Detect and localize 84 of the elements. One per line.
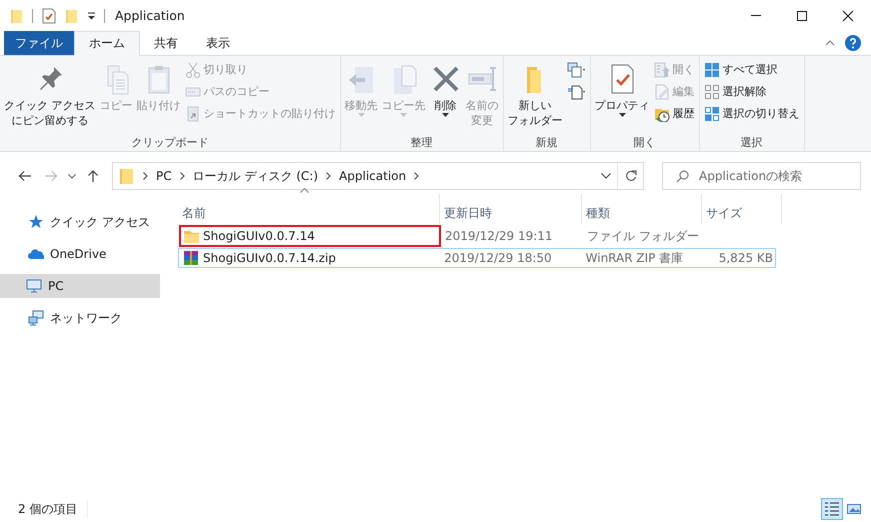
chevron-down-icon: [601, 173, 611, 179]
ribbon-button[interactable]: 新しい フォルダー: [506, 59, 564, 128]
size-cell-text: 5,825 KB: [718, 251, 774, 265]
open-icon: [654, 62, 670, 78]
nav-item[interactable]: PC: [0, 274, 160, 298]
back-icon: [18, 170, 32, 182]
chevron-right-icon: [143, 172, 148, 180]
computer-icon: [26, 278, 42, 294]
group-label: 選択: [740, 135, 764, 151]
date-cell-text: 2019/12/29 19:11: [444, 229, 554, 243]
column-header[interactable]: 更新日時: [440, 194, 582, 224]
dropdown-icon: [358, 113, 364, 117]
ribbon-tab[interactable]: 表示: [192, 31, 244, 55]
invert-selection-icon: [704, 106, 720, 122]
select-all-icon: [704, 62, 720, 78]
scissors-icon: [184, 62, 200, 78]
sort-icon: [300, 188, 309, 193]
folder-icon: [183, 228, 199, 244]
date-cell-text: 2019/12/29 18:50: [443, 251, 553, 265]
search-icon: [676, 170, 689, 183]
ribbon-button[interactable]: 選択の切り替え: [702, 103, 802, 124]
ribbon-button[interactable]: すべて選択: [702, 59, 802, 80]
ribbon-button[interactable]: 選択解除: [702, 81, 802, 102]
breadcrumb[interactable]: PC: [156, 169, 172, 183]
dropdown-icon: [87, 12, 96, 20]
shortcut-icon: [184, 106, 200, 122]
ribbon-button[interactable]: 履歴: [652, 103, 696, 124]
select-none-icon: [704, 84, 720, 100]
column-header[interactable]: 名前: [178, 194, 440, 224]
details-view-icon: [824, 501, 840, 517]
nav-item[interactable]: クイック アクセス: [0, 210, 160, 234]
chevron-right-icon: [326, 172, 332, 180]
edit-icon: [654, 84, 670, 100]
ribbon-tab[interactable]: ファイル: [4, 31, 74, 55]
ribbon-button[interactable]: クイック アクセス にピン留めする: [2, 59, 98, 128]
minimize-icon: [751, 15, 761, 16]
file-name: ShogiGUIv0.0.7.14: [203, 229, 315, 243]
breadcrumb[interactable]: ローカル ディスク (C:): [192, 168, 318, 184]
group-label: クリップボード: [130, 135, 210, 151]
chevron-right-icon: [414, 172, 420, 180]
collapse-icon: [825, 40, 835, 46]
dropdown-icon: [442, 113, 449, 117]
file-name: ShogiGUIv0.0.7.14.zip: [203, 251, 336, 265]
nav-item[interactable]: ネットワーク: [0, 306, 160, 330]
group-label: 整理: [410, 135, 434, 151]
chevron-right-icon: [180, 172, 185, 180]
easy-access-icon: [566, 84, 586, 100]
folder-icon: [119, 167, 135, 185]
folder-icon: [10, 8, 24, 24]
new-item-icon: [566, 62, 586, 78]
ribbon-tab[interactable]: 共有: [140, 31, 192, 55]
dropdown-icon: [618, 113, 626, 117]
nav-item[interactable]: OneDrive: [0, 242, 160, 266]
type-cell-text: WinRAR ZIP 書庫: [584, 250, 684, 266]
file-row[interactable]: ShogiGUIv0.0.7.14 2019/12/29 19:11 ファイル フォルダー: [178, 226, 776, 246]
type-cell-text: ファイル フォルダー: [586, 228, 700, 244]
up-icon: [87, 169, 99, 183]
star-icon: [28, 214, 44, 230]
breadcrumb[interactable]: Application: [339, 169, 406, 183]
network-icon: [28, 310, 44, 326]
maximize-icon: [796, 10, 808, 22]
file-row[interactable]: ShogiGUIv0.0.7.14.zip 2019/12/29 18:50 WinRAR ZIP 書庫 5,825 KB: [178, 248, 776, 268]
refresh-icon: [624, 170, 636, 182]
ribbon-button[interactable]: プロパティ: [592, 59, 652, 117]
address-bar[interactable]: PC ローカル ディスク (C:) Application: [112, 162, 644, 190]
view-button[interactable]: [821, 498, 843, 520]
large-icons-view-icon: [846, 501, 862, 517]
column-header[interactable]: サイズ: [702, 194, 782, 224]
forward-icon: [44, 170, 58, 182]
dropdown-icon: [400, 113, 407, 117]
close-icon: [842, 10, 854, 22]
ribbon-button[interactable]: 削除: [428, 59, 464, 117]
column-header[interactable]: 種類: [582, 194, 702, 224]
ribbon-tab[interactable]: ホーム: [74, 31, 140, 56]
properties-icon: [41, 8, 57, 24]
group-label: 新規: [534, 135, 558, 151]
folder-icon: [65, 8, 79, 24]
help-icon: [845, 35, 861, 51]
archive-icon: [183, 250, 199, 266]
chevron-down-icon: [68, 174, 76, 178]
search-field[interactable]: Applicationの検索: [662, 162, 861, 190]
item-count: 2 個の項目: [18, 500, 88, 518]
window-title: Application: [115, 8, 185, 23]
group-label: 開く: [632, 135, 656, 151]
